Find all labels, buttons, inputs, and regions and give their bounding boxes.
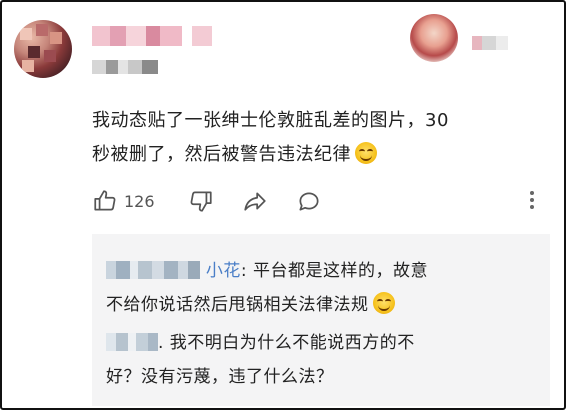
reply-item: . 我不明白为什么不能说西方的不 好？没有污蔑，违了什么法？	[106, 326, 546, 394]
comment-line-1: 我动态贴了一张绅士伦敦脏乱差的图片，30	[92, 110, 449, 131]
reply-thread: 小花: 平台都是这样的，故意 不给你说话然后甩锅相关法律法规 . 我不明白为什么…	[92, 234, 550, 406]
reply-line-2: 好？没有污蔑，违了什么法？	[106, 360, 546, 394]
share-button[interactable]	[242, 186, 268, 216]
dislike-button[interactable]	[188, 186, 214, 216]
reply-line-1: . 我不明白为什么不能说西方的不	[106, 326, 546, 360]
comment-line-2-text: 秒被删了，然后被警告违法纪律	[92, 144, 351, 165]
fan-badge-label-blurred	[472, 36, 508, 50]
thumbs-up-icon	[94, 190, 116, 211]
comment-icon	[299, 192, 319, 211]
comment-meta-blurred	[92, 60, 168, 74]
comment-line-2: 秒被删了，然后被警告违法纪律	[92, 138, 552, 172]
reply-text-1: : 平台都是这样的，故意	[240, 261, 429, 281]
reply-text-2: 不给你说话然后甩锅相关法律法规	[106, 295, 369, 315]
reply-text-1: 我不明白为什么不能说西方的不	[163, 333, 415, 353]
reply-author-blurred[interactable]	[106, 257, 200, 279]
reply-item: 小花: 平台都是这样的，故意 不给你说话然后甩锅相关法律法规	[106, 254, 546, 322]
reply-line-2: 不给你说话然后甩锅相关法律法规	[106, 288, 546, 322]
like-button[interactable]: 126	[92, 186, 155, 216]
grin-emoji	[372, 292, 395, 314]
more-vert-icon[interactable]	[522, 188, 542, 214]
reply-author-name[interactable]: 小花	[206, 261, 241, 281]
reply-text-2: 好？没有污蔑，违了什么法？	[106, 367, 334, 387]
thumbs-down-icon	[190, 191, 212, 212]
share-icon	[244, 192, 266, 211]
author-name-blurred[interactable]	[92, 26, 212, 46]
reply-line-1: 小花: 平台都是这样的，故意	[106, 254, 546, 288]
comment-body: 我动态贴了一张绅士伦敦脏乱差的图片，30 秒被删了，然后被警告违法纪律	[92, 104, 552, 172]
grin-emoji	[355, 142, 377, 164]
like-count: 126	[124, 191, 155, 211]
reply-button[interactable]	[296, 186, 322, 216]
user-avatar[interactable]	[14, 20, 72, 78]
comment-actions: 126	[92, 186, 532, 216]
fan-badge-icon	[410, 14, 458, 62]
reply-author-blurred[interactable]	[106, 329, 158, 351]
